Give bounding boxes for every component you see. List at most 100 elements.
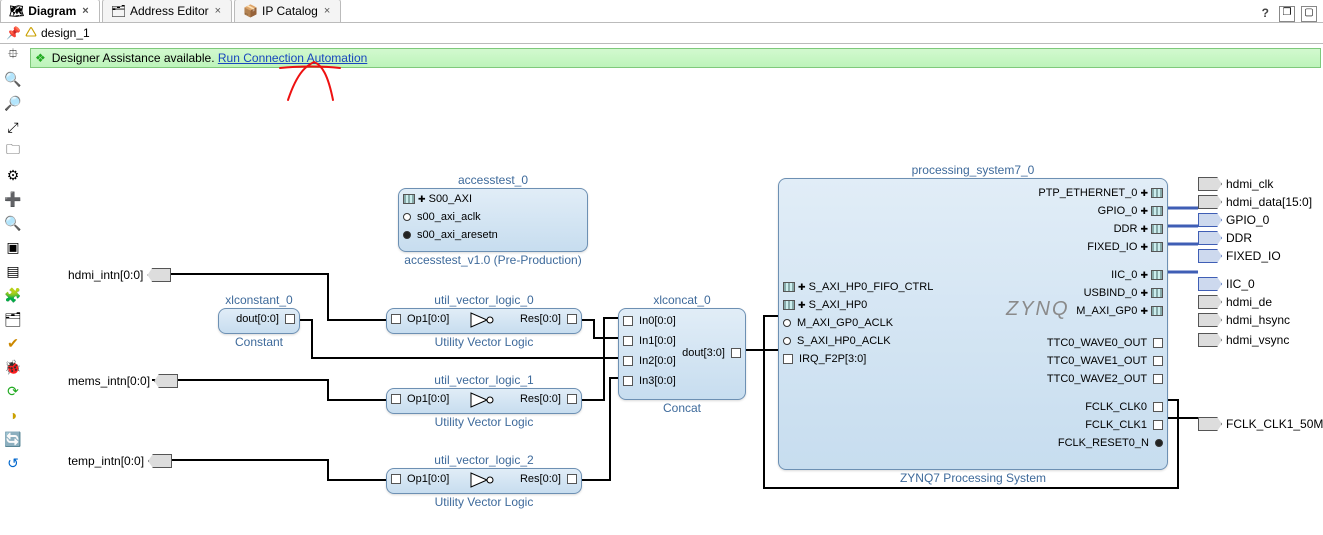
block-title: util_vector_logic_0 [387, 293, 581, 307]
block-port[interactable]: Res[0:0] [520, 393, 577, 405]
ext-port-out[interactable]: hdmi_vsync [1198, 333, 1289, 347]
cycle-icon[interactable]: 🔄 [2, 428, 24, 450]
tab-label: IP Catalog [262, 4, 318, 18]
block-port[interactable]: S_AXI_HP0_ACLK [783, 335, 891, 347]
ext-port-in[interactable]: temp_intn[0:0] [68, 454, 172, 468]
design-name: design_1 [41, 26, 90, 40]
block-port[interactable]: GPIO_0 ✚ [1098, 205, 1163, 217]
block-port[interactable]: TTC0_WAVE2_OUT [1047, 373, 1163, 385]
dark-icon[interactable]: ◑ [2, 404, 24, 426]
block-port[interactable]: dout[0:0] [236, 313, 295, 325]
block-port[interactable]: Op1[0:0] [391, 313, 449, 325]
port-label: FIXED_IO [1226, 249, 1281, 263]
block-port[interactable]: DDR ✚ [1114, 223, 1163, 235]
diagram-canvas[interactable]: hdmi_intn[0:0] mems_intn[0:0] temp_intn[0:… [28, 68, 1323, 535]
port-label: hdmi_data[15:0] [1226, 195, 1312, 209]
block-port[interactable]: Op1[0:0] [391, 473, 449, 485]
nav-icon[interactable]: ⯐ [2, 44, 24, 66]
not-gate-icon [469, 311, 497, 329]
port-label: hdmi_vsync [1226, 333, 1289, 347]
close-icon[interactable]: × [80, 5, 90, 17]
ext-port-in[interactable]: mems_intn[0:0] [68, 374, 178, 388]
block-port[interactable]: s00_axi_aclk [403, 211, 481, 223]
block-subtitle: Concat [619, 401, 745, 415]
ext-port-out[interactable]: GPIO_0 [1198, 213, 1269, 227]
block-xlconcat[interactable]: xlconcat_0Concat In0[0:0] In1[0:0] In2[0… [618, 308, 746, 400]
port-shape [1198, 195, 1222, 209]
block-port[interactable]: TTC0_WAVE0_OUT [1047, 337, 1163, 349]
block-port[interactable]: M_AXI_GP0_ACLK [783, 317, 893, 329]
port-label: hdmi_intn[0:0] [68, 268, 143, 282]
pin-icon[interactable]: 📌 [6, 26, 21, 40]
diagram-icon: 🗺 [9, 4, 24, 18]
assist-banner: ❖ Designer Assistance available. Run Con… [30, 48, 1321, 68]
block-port[interactable]: ✚ S_AXI_HP0 [783, 299, 867, 311]
tree-icon[interactable]: 🗀 [2, 140, 24, 162]
close-icon[interactable]: × [213, 5, 223, 17]
block-ps7[interactable]: processing_system7_0ZYNQ7 Processing Sys… [778, 178, 1168, 470]
ext-port-out[interactable]: hdmi_clk [1198, 177, 1273, 191]
tab-ip-catalog[interactable]: 📦 IP Catalog × [234, 0, 341, 22]
zoom-fit-icon[interactable]: ⤢ [2, 116, 24, 138]
block-port[interactable]: IIC_0 ✚ [1111, 269, 1163, 281]
block-port[interactable]: Res[0:0] [520, 313, 577, 325]
ext-port-in[interactable]: hdmi_intn[0:0] [68, 268, 171, 282]
validate-icon[interactable]: ✔ [2, 332, 24, 354]
assist-icon: ❖ [35, 51, 46, 65]
ext-port-out[interactable]: hdmi_data[15:0] [1198, 195, 1312, 209]
block-port[interactable]: FCLK_RESET0_N [1058, 437, 1163, 449]
maximize-button[interactable]: ▢ [1301, 6, 1317, 22]
ext-port-out[interactable]: FIXED_IO [1198, 249, 1281, 263]
block-port[interactable]: FCLK_CLK0 [1085, 401, 1163, 413]
refresh-icon[interactable]: ⟳ [2, 380, 24, 402]
reset-icon[interactable]: ↺ [2, 452, 24, 474]
block-port[interactable]: Res[0:0] [520, 473, 577, 485]
block-port[interactable]: IRQ_F2P[3:0] [783, 353, 866, 365]
collapse-icon[interactable]: ▤ [2, 260, 24, 282]
block-port[interactable]: In2[0:0] [623, 355, 676, 367]
block-port[interactable]: PTP_ETHERNET_0 ✚ [1038, 187, 1163, 199]
settings-icon[interactable]: ⚙ [2, 164, 24, 186]
block-xlconstant[interactable]: xlconstant_0Constantdout[0:0] [218, 308, 300, 334]
block-title: util_vector_logic_1 [387, 373, 581, 387]
port-label: mems_intn[0:0] [68, 374, 150, 388]
block-port[interactable]: FIXED_IO ✚ [1087, 241, 1163, 253]
bug-icon[interactable]: 🐞 [2, 356, 24, 378]
block-port[interactable]: FCLK_CLK1 [1085, 419, 1163, 431]
address-icon: 🗂 [111, 4, 126, 18]
close-icon[interactable]: × [322, 5, 332, 17]
ext-port-out[interactable]: DDR [1198, 231, 1252, 245]
help-icon[interactable]: ? [1258, 6, 1273, 22]
zoom-in-icon[interactable]: 🔍 [2, 68, 24, 90]
tab-address-editor[interactable]: 🗂 Address Editor × [102, 0, 232, 22]
zoom-area-icon[interactable]: 🔎 [2, 92, 24, 114]
add-ip-icon[interactable]: ➕ [2, 188, 24, 210]
search-icon[interactable]: 🔍 [2, 212, 24, 234]
block-subtitle: accesstest_v1.0 (Pre-Production) [399, 253, 587, 267]
tab-diagram[interactable]: 🗺 Diagram × [0, 0, 100, 22]
block-port[interactable]: ✚ S_AXI_HP0_FIFO_CTRL [783, 281, 933, 293]
ext-port-out[interactable]: IIC_0 [1198, 277, 1255, 291]
block-title: xlconcat_0 [619, 293, 745, 307]
block-port[interactable]: s00_axi_aresetn [403, 229, 498, 241]
layers-icon[interactable]: 🗂 [2, 308, 24, 330]
port-label: hdmi_clk [1226, 177, 1273, 191]
block-port[interactable]: dout[3:0] [682, 347, 741, 359]
block-port[interactable]: In3[0:0] [623, 375, 676, 387]
block-port[interactable]: In0[0:0] [623, 315, 676, 327]
port-shape [1198, 213, 1222, 227]
assist-link[interactable]: Run Connection Automation [218, 51, 367, 65]
port-label: DDR [1226, 231, 1252, 245]
port-label: IIC_0 [1226, 277, 1255, 291]
block-port[interactable]: TTC0_WAVE1_OUT [1047, 355, 1163, 367]
block-port[interactable]: ✚ S00_AXI [403, 193, 472, 205]
block-port[interactable]: In1[0:0] [623, 335, 676, 347]
block-port[interactable]: Op1[0:0] [391, 393, 449, 405]
ext-port-out[interactable]: FCLK_CLK1_50M [1198, 417, 1323, 431]
port-label: GPIO_0 [1226, 213, 1269, 227]
expand-icon[interactable]: ▣ [2, 236, 24, 258]
block-accesstest[interactable]: accesstest_0accesstest_v1.0 (Pre-Product… [398, 188, 588, 252]
zynq-logo: ZYNQ [1006, 298, 1263, 321]
hierarchy-icon[interactable]: 🧩 [2, 284, 24, 306]
restore-button[interactable]: ❐ [1279, 6, 1295, 22]
